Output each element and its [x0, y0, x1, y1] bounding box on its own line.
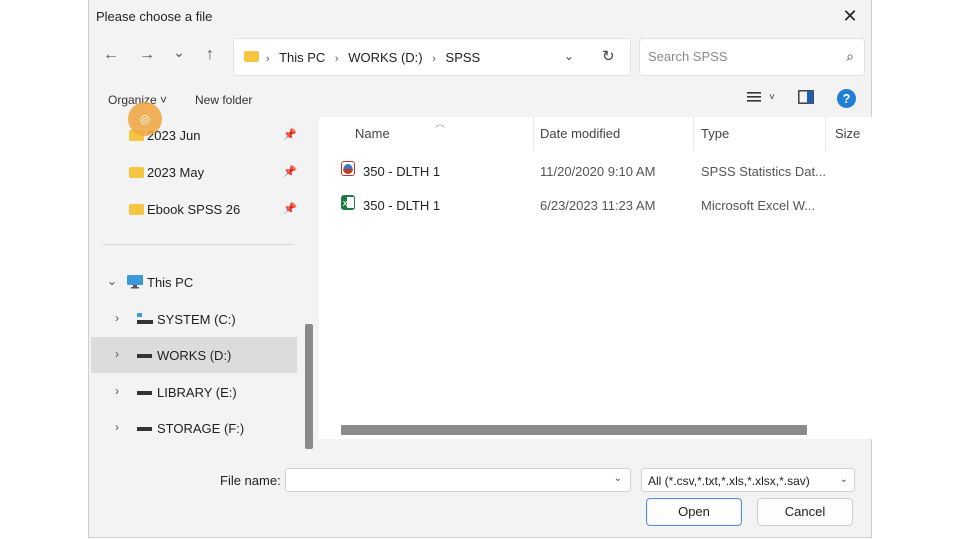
- folder-icon: [244, 51, 259, 62]
- sidebar-item-label: LIBRARY (E:): [157, 385, 237, 400]
- search-box[interactable]: ⌕: [639, 38, 865, 76]
- chevron-down-icon[interactable]: ⌄: [840, 474, 848, 485]
- view-options-icon[interactable]: [747, 90, 761, 109]
- pin-icon[interactable]: 📌: [283, 202, 297, 215]
- breadcrumb-this-pc[interactable]: This PC: [279, 50, 325, 65]
- column-header-date-modified[interactable]: Date modified: [540, 126, 620, 141]
- pin-icon[interactable]: 📌: [283, 128, 297, 141]
- chevron-down-icon[interactable]: ⌄: [107, 274, 117, 288]
- folder-icon: [129, 167, 144, 178]
- chevron-right-icon[interactable]: ›: [115, 420, 119, 434]
- breadcrumb-separator: ›: [432, 53, 436, 65]
- refresh-icon[interactable]: ↻: [602, 47, 615, 65]
- folder-icon: [129, 204, 144, 215]
- drive-icon: [137, 427, 152, 431]
- sort-caret-icon: ︿: [435, 119, 445, 130]
- sidebar-item-label: STORAGE (F:): [157, 421, 245, 436]
- file-row[interactable]: x 350 - DLTH 1 6/23/2023 11:23 AM Micros…: [337, 189, 837, 219]
- column-header-size[interactable]: Size: [835, 126, 860, 141]
- search-icon[interactable]: ⌕: [846, 48, 854, 65]
- column-header-name[interactable]: Name: [355, 126, 390, 141]
- pin-icon[interactable]: 📌: [283, 165, 297, 178]
- new-folder-button[interactable]: New folder: [195, 93, 252, 107]
- preview-pane-icon[interactable]: [798, 90, 814, 109]
- chevron-right-icon[interactable]: ›: [115, 311, 119, 325]
- breadcrumb-separator: ›: [266, 53, 270, 65]
- file-date: 6/23/2023 11:23 AM: [540, 198, 656, 213]
- file-name: 350 - DLTH 1: [363, 164, 441, 179]
- chevron-right-icon[interactable]: ›: [115, 347, 119, 361]
- back-button[interactable]: ←: [101, 46, 121, 64]
- up-button[interactable]: ↑: [200, 46, 220, 64]
- sidebar-item-label: This PC: [147, 275, 194, 290]
- sidebar-item-label: WORKS (D:): [157, 348, 232, 363]
- system-drive-icon: [137, 312, 153, 330]
- monitor-icon: [127, 275, 143, 294]
- search-input[interactable]: [646, 48, 830, 65]
- file-type: SPSS Statistics Dat...: [701, 164, 826, 179]
- breadcrumb-works-d[interactable]: WORKS (D:): [348, 50, 422, 65]
- sidebar-item-library-e[interactable]: › LIBRARY (E:): [91, 374, 297, 410]
- file-name: 350 - DLTH 1: [363, 198, 441, 213]
- sidebar-item-system-c[interactable]: › SYSTEM (C:): [91, 301, 297, 337]
- forward-button[interactable]: →: [137, 46, 157, 64]
- excel-icon: x: [341, 195, 355, 210]
- breadcrumb-separator: ›: [334, 53, 339, 65]
- sidebar-item-this-pc[interactable]: ⌄ This PC: [91, 264, 297, 300]
- sidebar-item-2023-may[interactable]: 2023 May 📌: [91, 154, 297, 190]
- file-name-label: File name:: [220, 473, 281, 488]
- drive-icon: [137, 354, 152, 358]
- file-name-combobox[interactable]: ⌄: [285, 468, 631, 492]
- column-divider[interactable]: [533, 117, 534, 151]
- spss-data-icon: [341, 161, 355, 176]
- sidebar-scrollbar[interactable]: [305, 324, 313, 449]
- drive-icon: [137, 391, 152, 395]
- help-icon[interactable]: ?: [837, 89, 856, 108]
- sidebar-item-2023-jun[interactable]: 2023 Jun 📌: [91, 117, 297, 153]
- close-button[interactable]: ✕: [839, 5, 861, 27]
- chevron-down-icon[interactable]: ⌄: [564, 49, 574, 63]
- file-list: Name ︿ Date modified Type Size 350 - DLT…: [319, 117, 873, 439]
- address-bar[interactable]: › This PC › WORKS (D:) › SPSS ⌄ ↻: [233, 38, 631, 76]
- title-bar: Please choose a file ✕: [89, 0, 871, 32]
- horizontal-scrollbar[interactable]: [341, 425, 807, 435]
- view-dropdown-icon[interactable]: ˅: [769, 92, 775, 103]
- file-dialog: Please choose a file ✕ ← → ⌄ ↑ › This PC…: [88, 0, 873, 538]
- sidebar-divider: [103, 244, 293, 245]
- svg-text:x: x: [343, 199, 349, 209]
- column-divider[interactable]: [693, 117, 694, 151]
- sidebar-item-works-d[interactable]: › WORKS (D:): [91, 337, 297, 373]
- sidebar-item-ebook-spss-26[interactable]: Ebook SPSS 26 📌: [91, 191, 297, 227]
- chevron-down-icon[interactable]: ⌄: [614, 473, 622, 484]
- cancel-button[interactable]: Cancel: [757, 498, 853, 526]
- file-type-filter[interactable]: All (*.csv,*.txt,*.xls,*.xlsx,*.sav) ⌄: [641, 468, 855, 492]
- navigation-pane: 2023 Jun 📌 2023 May 📌 Ebook SPSS 26 📌 ⌄ …: [91, 117, 313, 449]
- file-row[interactable]: 350 - DLTH 1 11/20/2020 9:10 AM SPSS Sta…: [337, 155, 837, 185]
- sidebar-item-label: SYSTEM (C:): [157, 312, 236, 327]
- open-button[interactable]: Open: [646, 498, 742, 526]
- breadcrumb-spss[interactable]: SPSS: [446, 50, 481, 65]
- watermark-logo-icon: ◎: [128, 102, 162, 136]
- breadcrumb: › This PC › WORKS (D:) › SPSS: [266, 50, 486, 65]
- file-name-input[interactable]: [290, 472, 604, 489]
- file-date: 11/20/2020 9:10 AM: [540, 164, 656, 179]
- sidebar-item-label: 2023 May: [147, 165, 205, 180]
- column-header-type[interactable]: Type: [701, 126, 729, 141]
- dialog-title: Please choose a file: [96, 9, 213, 24]
- column-divider[interactable]: [825, 117, 826, 151]
- chevron-right-icon[interactable]: ›: [115, 384, 119, 398]
- file-type-filter-value: All (*.csv,*.txt,*.xls,*.xlsx,*.sav): [648, 474, 810, 488]
- sidebar-item-storage-f[interactable]: › STORAGE (F:): [91, 410, 297, 446]
- file-type: Microsoft Excel W...: [701, 198, 816, 213]
- sidebar-item-label: Ebook SPSS 26: [147, 202, 241, 217]
- recent-locations-button[interactable]: ⌄: [169, 44, 189, 61]
